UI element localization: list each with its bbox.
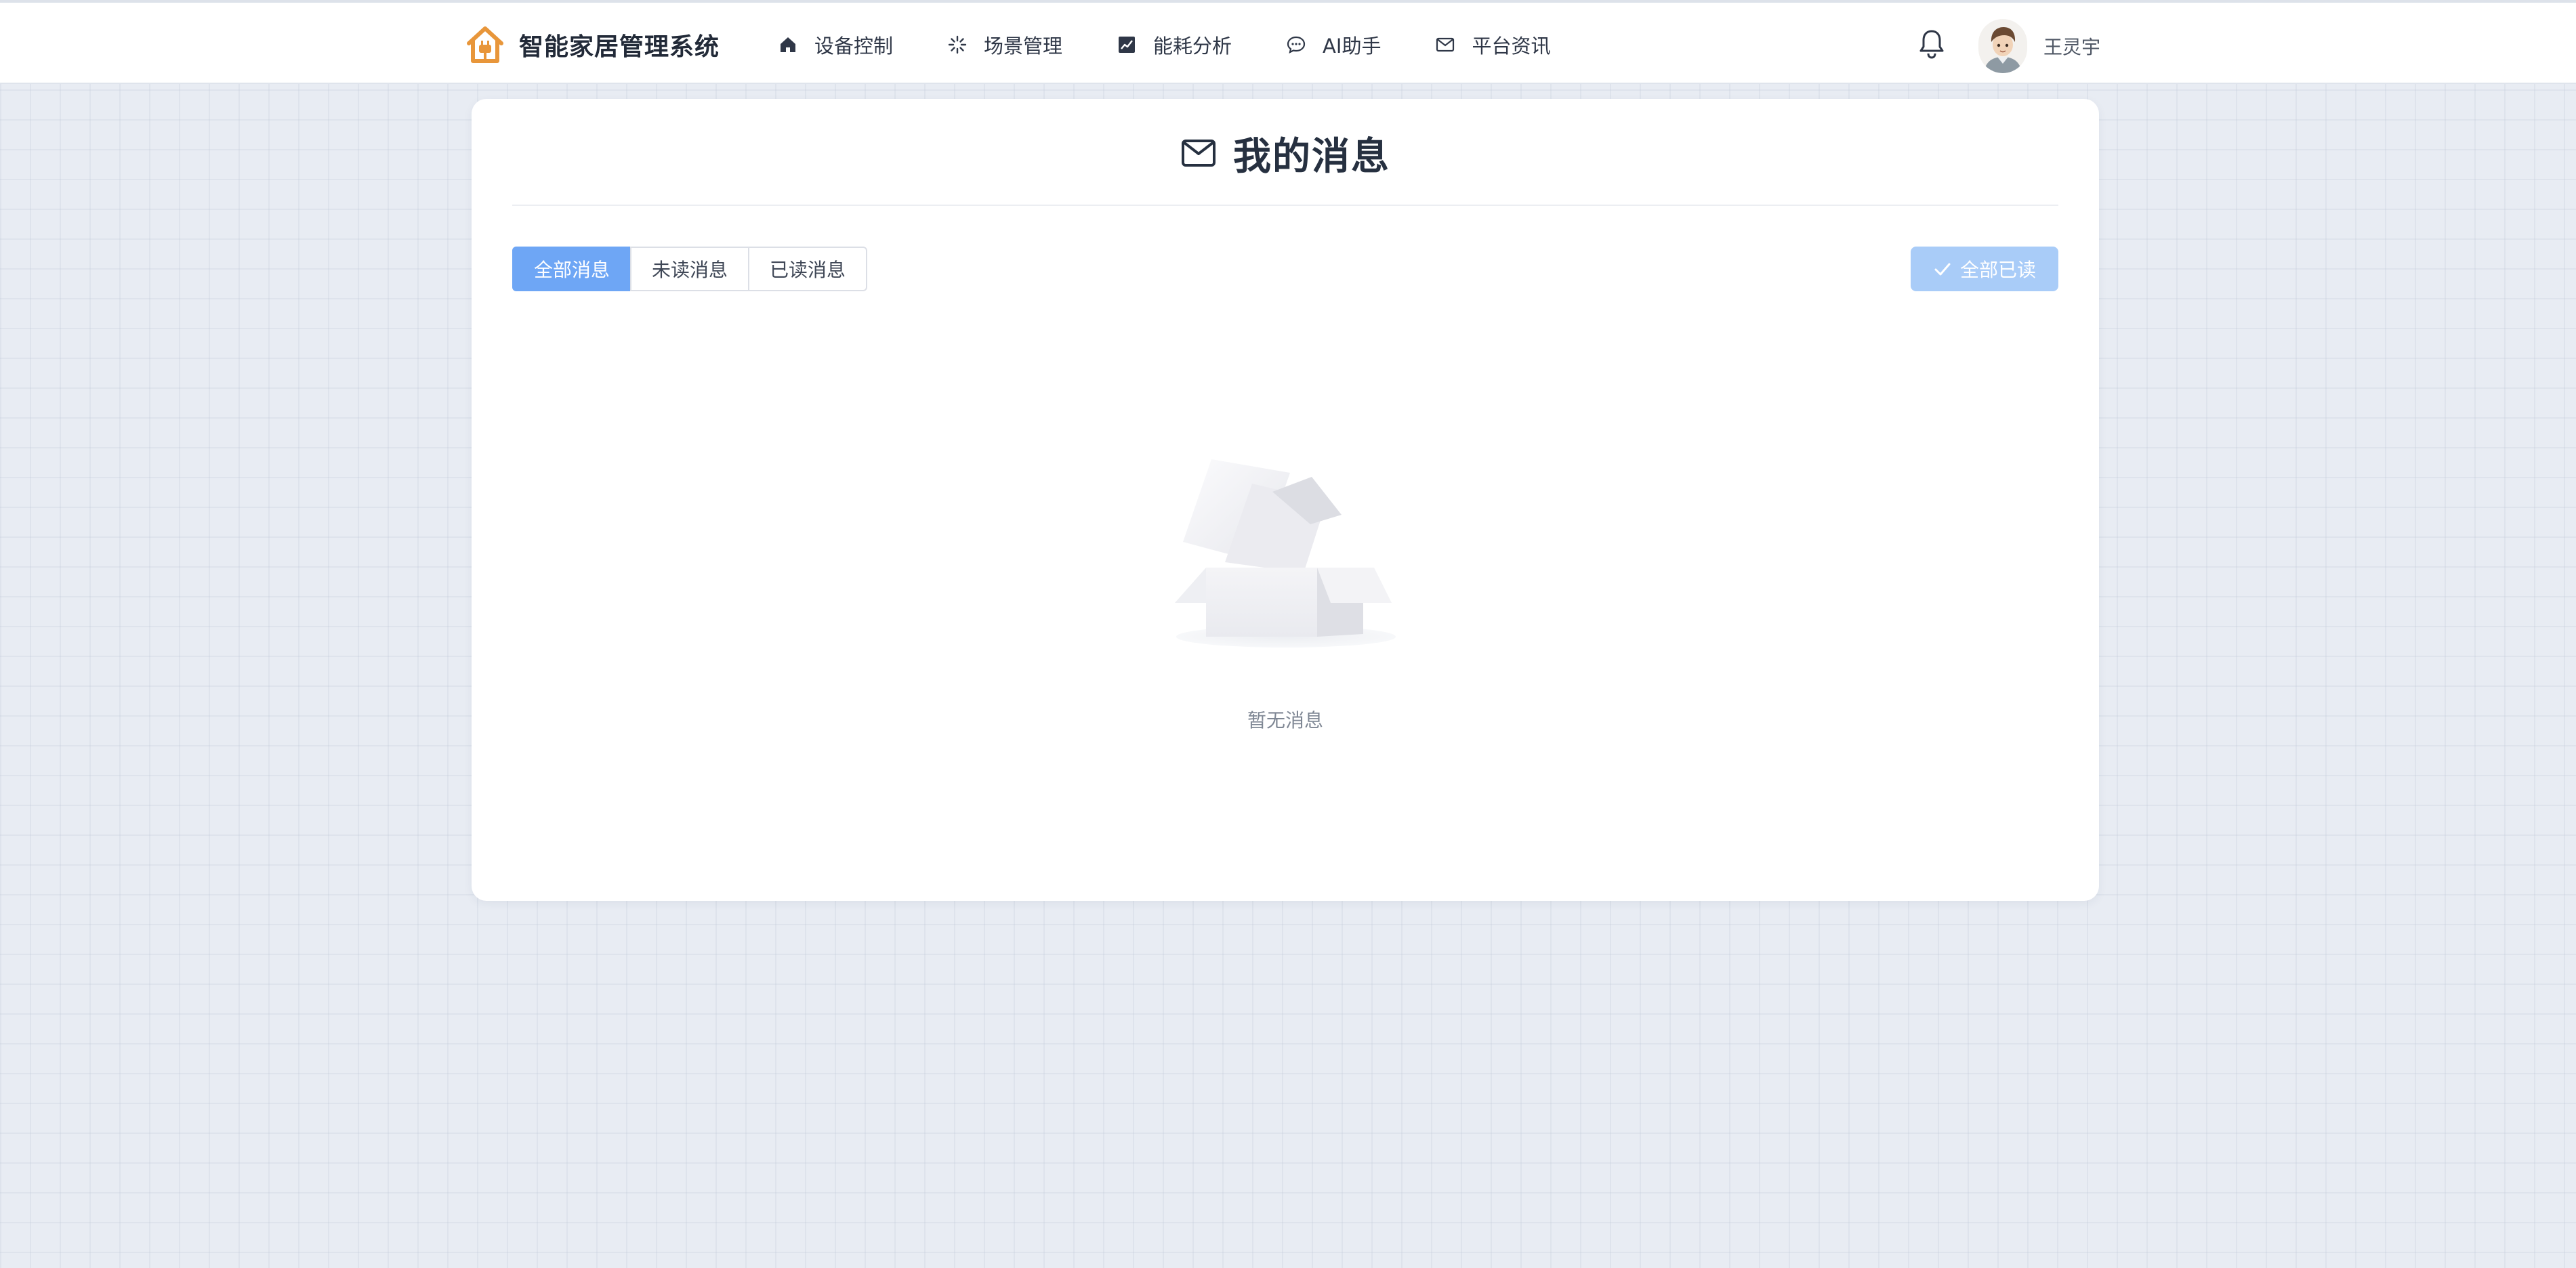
nav-item-label: 平台资讯	[1472, 35, 1551, 58]
user-menu[interactable]: 王灵宇	[1978, 19, 2100, 73]
brand[interactable]: 智能家居管理系统	[465, 23, 720, 66]
page-title: 我的消息	[472, 126, 2099, 180]
mail-icon	[1436, 37, 1455, 52]
title-divider	[512, 205, 2058, 206]
nav-item-label: 场景管理	[984, 35, 1063, 58]
user-name: 王灵宇	[2043, 36, 2101, 58]
nav-item-label: AI助手	[1323, 35, 1382, 58]
message-filter-tabs: 全部消息 未读消息 已读消息	[512, 247, 868, 291]
check-icon	[1934, 263, 1951, 276]
nav-item-ai-assistant[interactable]: AI助手	[1286, 27, 1381, 62]
avatar-icon	[1978, 19, 2027, 73]
nav-item-label: 设备控制	[814, 35, 894, 58]
chat-bubble-icon	[1287, 36, 1306, 54]
empty-state-text: 暂无消息	[1247, 709, 1323, 732]
mail-icon	[1182, 140, 1216, 167]
nav-item-scene-management[interactable]: 场景管理	[947, 27, 1062, 62]
home-icon	[781, 37, 795, 52]
top-navbar: 智能家居管理系统 设备控制 场景管理 能耗分析 AI助手 平台资讯 王灵宇	[0, 0, 2576, 84]
tab-all-messages[interactable]: 全部消息	[512, 247, 632, 291]
spark-icon	[948, 35, 967, 54]
main-nav: 设备控制 场景管理 能耗分析 AI助手 平台资讯	[778, 27, 1550, 62]
empty-box-icon	[1175, 459, 1396, 648]
chart-icon	[1119, 37, 1136, 53]
messages-card: 我的消息 全部消息 未读消息 已读消息 全部已读 暂无消息	[472, 99, 2099, 901]
tab-unread-messages[interactable]: 未读消息	[630, 247, 750, 291]
house-plug-icon	[467, 26, 503, 63]
mark-all-read-button[interactable]: 全部已读	[1911, 247, 2058, 291]
bell-icon[interactable]	[1917, 28, 1946, 60]
app-title: 智能家居管理系统	[519, 33, 720, 61]
tab-read-messages[interactable]: 已读消息	[748, 247, 868, 291]
nav-item-platform-news[interactable]: 平台资讯	[1435, 27, 1550, 62]
nav-item-device-control[interactable]: 设备控制	[778, 27, 893, 62]
nav-item-energy-analysis[interactable]: 能耗分析	[1117, 27, 1232, 62]
page-title-text: 我的消息	[1233, 134, 1390, 179]
nav-item-label: 能耗分析	[1153, 35, 1232, 58]
mark-all-read-label: 全部已读	[1959, 259, 2036, 281]
